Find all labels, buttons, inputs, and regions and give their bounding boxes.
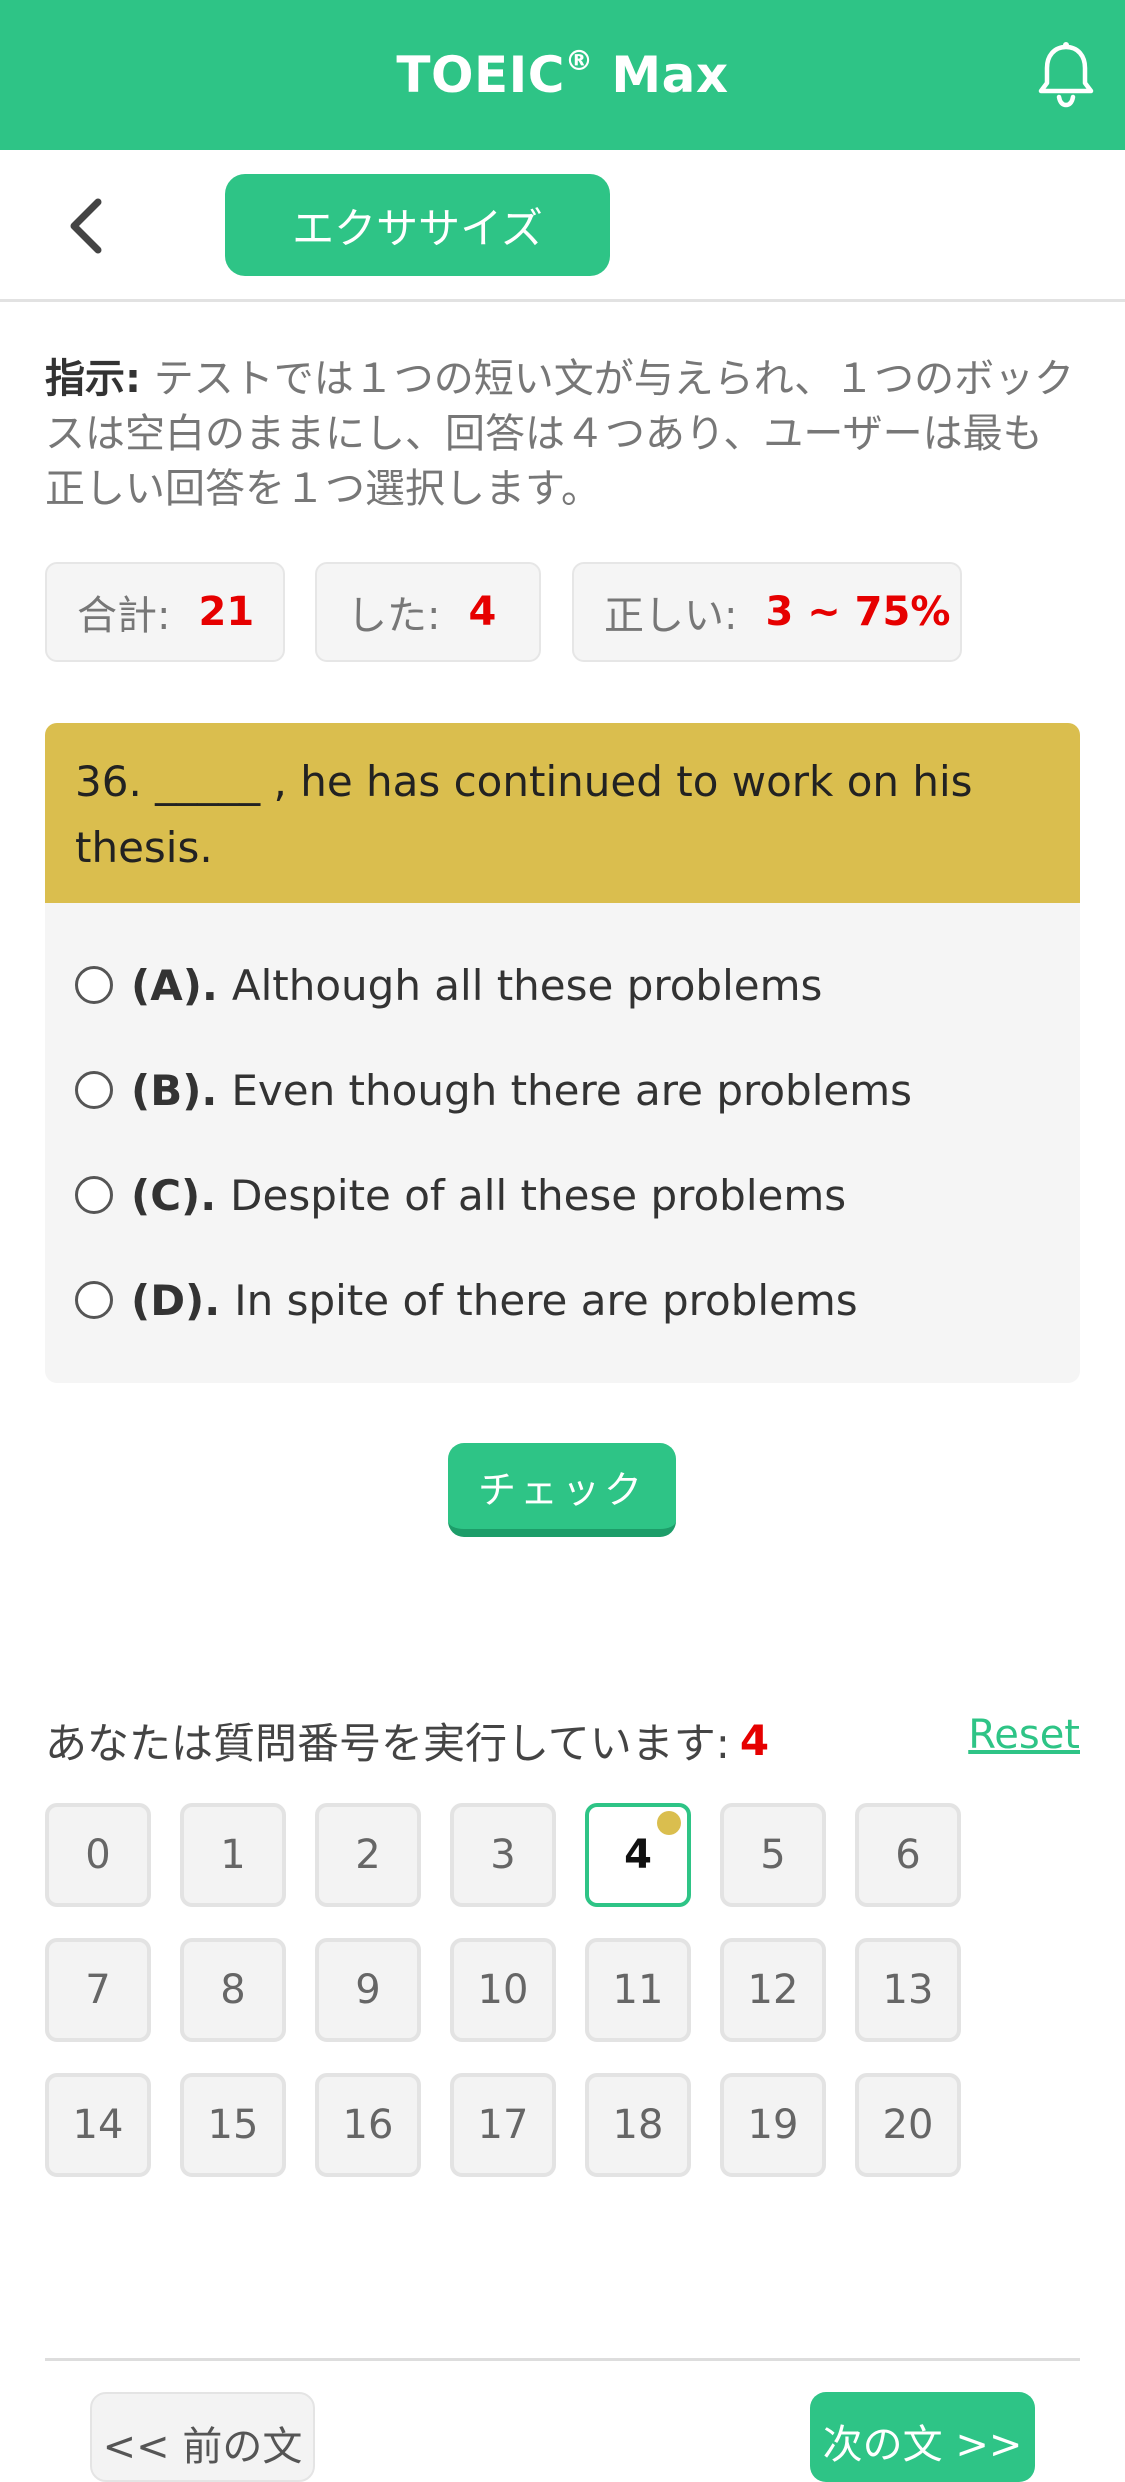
- app-title-text: TOEIC: [396, 46, 565, 104]
- option-b[interactable]: (B). Even though there are problems: [75, 1050, 1055, 1130]
- correct-value: 3 ~ 75%: [765, 589, 951, 635]
- question-number-button[interactable]: 19: [720, 2073, 826, 2177]
- question-number-button[interactable]: 9: [315, 1938, 421, 2042]
- radio-button[interactable]: [75, 1071, 113, 1109]
- question-text-line1: 36. _____ , he has continued to work on …: [75, 757, 973, 806]
- question-number-button[interactable]: 20: [855, 2073, 961, 2177]
- done-value: 4: [468, 589, 497, 635]
- done-stat: した: 4: [315, 562, 541, 662]
- exercise-tab[interactable]: エクササイズ: [225, 174, 610, 276]
- correct-label: 正しい:: [604, 593, 738, 639]
- total-stat: 合計: 21: [45, 562, 285, 662]
- radio-button[interactable]: [75, 1281, 113, 1319]
- question-number-button[interactable]: 2: [315, 1803, 421, 1907]
- question-number-label: 4: [624, 1832, 652, 1878]
- option-text: Even though there are problems: [231, 1065, 912, 1115]
- question-number-button[interactable]: 14: [45, 2073, 151, 2177]
- sub-header: エクササイズ: [0, 150, 1125, 302]
- question-number-button[interactable]: 12: [720, 1938, 826, 2042]
- current-question-number-button[interactable]: 4: [585, 1803, 691, 1907]
- option-a[interactable]: (A). Although all these problems: [75, 945, 1055, 1025]
- question-number-button[interactable]: 7: [45, 1938, 151, 2042]
- option-letter: (D).: [131, 1275, 221, 1325]
- question-number-button[interactable]: 1: [180, 1803, 286, 1907]
- question-number-button[interactable]: 13: [855, 1938, 961, 2042]
- current-question-number: 4: [739, 1715, 770, 1765]
- question-number-button[interactable]: 11: [585, 1938, 691, 2042]
- app-title: TOEIC® Max: [396, 44, 729, 104]
- instructions-text: テストでは１つの短い文が与えられ、１つのボックスは空白のままにし、回答は４つあり…: [45, 356, 1075, 512]
- question-number-button[interactable]: 15: [180, 2073, 286, 2177]
- progress-line: あなたは質問番号を実行しています: 4: [45, 1710, 1080, 1770]
- option-text: Despite of all these problems: [230, 1170, 847, 1220]
- question-prompt: 36. _____ , he has continued to work on …: [45, 723, 1080, 903]
- check-button[interactable]: チェック: [448, 1443, 676, 1537]
- question-number-button[interactable]: 6: [855, 1803, 961, 1907]
- instructions-label: 指示:: [45, 356, 141, 402]
- option-text: In spite of there are problems: [234, 1275, 858, 1325]
- total-value: 21: [198, 589, 255, 635]
- question-card: 36. _____ , he has continued to work on …: [45, 723, 1080, 1383]
- question-number-button[interactable]: 10: [450, 1938, 556, 2042]
- current-indicator-dot: [657, 1811, 681, 1835]
- next-sentence-button[interactable]: 次の文 >>: [810, 2392, 1035, 2482]
- option-letter: (A).: [131, 960, 218, 1010]
- total-label: 合計:: [77, 593, 171, 639]
- bottom-divider: [45, 2358, 1080, 2361]
- question-number-button[interactable]: 5: [720, 1803, 826, 1907]
- app-header: TOEIC® Max: [0, 0, 1125, 150]
- question-number-button[interactable]: 17: [450, 2073, 556, 2177]
- back-chevron-icon[interactable]: [56, 188, 116, 264]
- previous-sentence-button[interactable]: << 前の文: [90, 2392, 315, 2482]
- question-number-button[interactable]: 3: [450, 1803, 556, 1907]
- question-text-line2: thesis.: [75, 823, 213, 872]
- option-d[interactable]: (D). In spite of there are problems: [75, 1260, 1055, 1340]
- app-title-suffix: Max: [593, 46, 729, 104]
- radio-button[interactable]: [75, 1176, 113, 1214]
- option-c[interactable]: (C). Despite of all these problems: [75, 1155, 1055, 1235]
- option-letter: (C).: [131, 1170, 217, 1220]
- reset-link[interactable]: Reset: [968, 1712, 1080, 1758]
- radio-button[interactable]: [75, 966, 113, 1004]
- progress-label: あなたは質問番号を実行しています:: [45, 1718, 730, 1768]
- option-letter: (B).: [131, 1065, 218, 1115]
- done-label: した:: [347, 593, 441, 639]
- instructions: 指示: テストでは１つの短い文が与えられ、１つのボックスは空白のままにし、回答は…: [45, 352, 1080, 517]
- question-number-button[interactable]: 18: [585, 2073, 691, 2177]
- question-number-button[interactable]: 8: [180, 1938, 286, 2042]
- correct-stat: 正しい: 3 ~ 75%: [572, 562, 962, 662]
- question-number-button[interactable]: 16: [315, 2073, 421, 2177]
- registered-mark: ®: [564, 44, 594, 78]
- question-number-button[interactable]: 0: [45, 1803, 151, 1907]
- bell-icon[interactable]: [1029, 38, 1103, 112]
- option-text: Although all these problems: [231, 960, 823, 1010]
